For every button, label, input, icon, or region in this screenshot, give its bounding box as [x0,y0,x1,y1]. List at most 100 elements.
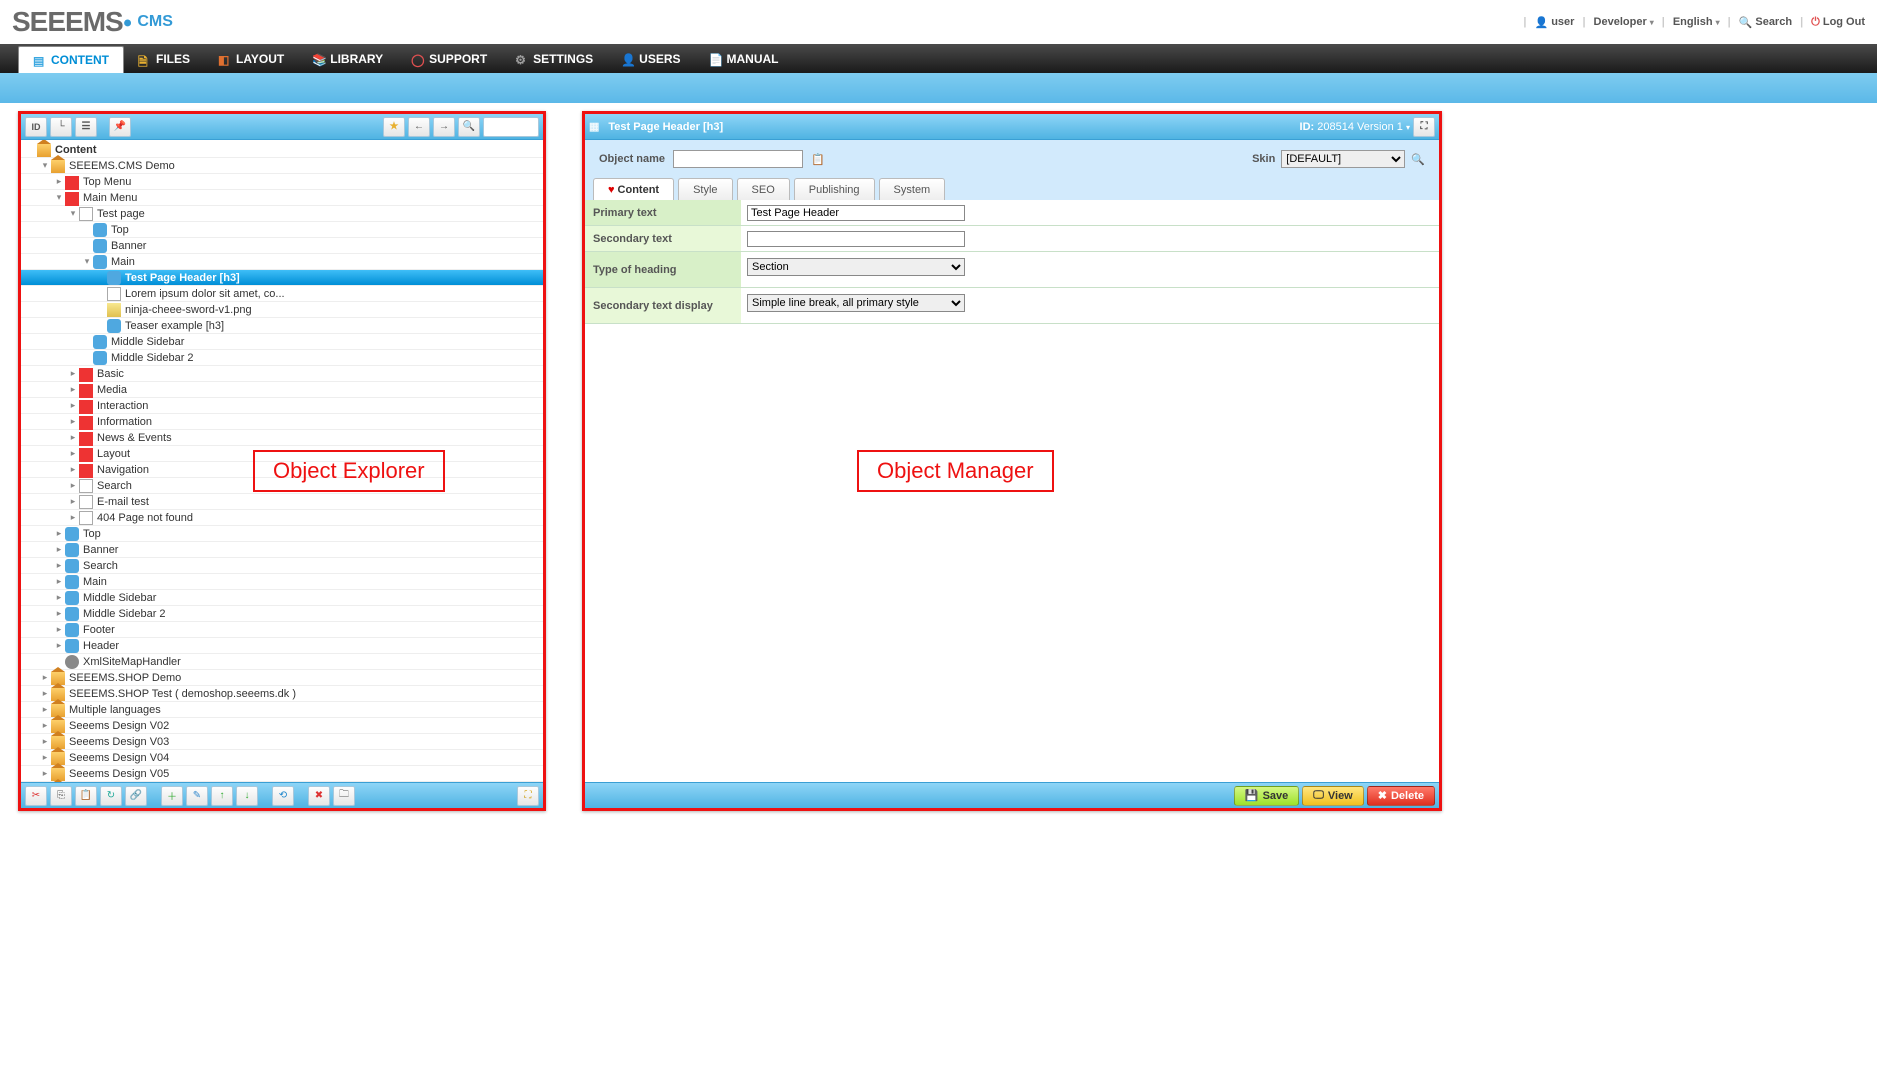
toggle-icon[interactable]: ▸ [39,720,51,731]
toggle-icon[interactable]: ▸ [67,496,79,507]
tab-seo[interactable]: SEO [737,178,790,200]
tree-node[interactable]: Test Page Header [h3] [21,270,543,286]
tree-node[interactable]: ▸SEEEMS.SHOP Demo [21,670,543,686]
toggle-icon[interactable]: ▸ [67,416,79,427]
nav-tab-users[interactable]: 👤USERS [607,44,694,73]
save-button[interactable]: 💾 Save [1234,786,1299,806]
tree-node[interactable]: ▸Main [21,574,543,590]
toggle-icon[interactable]: ▸ [39,752,51,763]
secondary-display-select[interactable]: Simple line break, all primary style [747,294,965,312]
nav-tab-library[interactable]: 📚LIBRARY [298,44,397,73]
delete-tree-button[interactable]: ✖ [308,786,330,806]
pin-button[interactable]: 📌 [109,117,131,137]
tree-node[interactable]: ▾Main [21,254,543,270]
toggle-icon[interactable]: ▸ [67,464,79,475]
toggle-icon[interactable]: ▸ [39,688,51,699]
tree-node[interactable]: ▸Interaction [21,398,543,414]
toggle-icon[interactable]: ▸ [67,384,79,395]
edit-button[interactable]: ✎ [186,786,208,806]
tree-node[interactable]: ▸Footer [21,622,543,638]
tree-node[interactable]: ▸Header [21,638,543,654]
user-button[interactable]: 👤 user [1535,16,1575,29]
skin-preview-icon[interactable]: 🔍 [1411,153,1425,166]
heading-type-select[interactable]: Section [747,258,965,276]
toggle-icon[interactable]: ▾ [67,208,79,219]
toggle-icon[interactable]: ▸ [67,512,79,523]
tree-node[interactable]: Lorem ipsum dolor sit amet, co... [21,286,543,302]
delete-button[interactable]: ✖ Delete [1367,786,1435,806]
tree-node[interactable]: ▸Top Menu [21,174,543,190]
toggle-icon[interactable]: ▸ [39,672,51,683]
toggle-icon[interactable]: ▸ [53,640,65,651]
tree-node[interactable]: ▸Seeems Design V03 [21,734,543,750]
nav-tab-layout[interactable]: ◧LAYOUT [204,44,298,73]
search-tree-input[interactable] [483,117,539,137]
tab-content[interactable]: ♥Content [593,178,674,200]
tab-style[interactable]: Style [678,178,732,200]
move-up-button[interactable]: ↑ [211,786,233,806]
nav-back-button[interactable]: ← [408,117,430,137]
tree-node[interactable]: ▸Seeems Design V05 [21,766,543,782]
toggle-icon[interactable]: ▸ [53,576,65,587]
search-tree-button[interactable]: 🔍 [458,117,480,137]
secondary-text-input[interactable] [747,231,965,247]
toggle-icon[interactable]: ▸ [53,544,65,555]
toggle-icon[interactable]: ▸ [53,592,65,603]
tree-node[interactable]: ▸Media [21,382,543,398]
tree-node[interactable]: ▾Main Menu [21,190,543,206]
tree-node[interactable]: ▾SEEEMS.CMS Demo [21,158,543,174]
toggle-icon[interactable]: ▸ [39,704,51,715]
cut-button[interactable]: ✂ [25,786,47,806]
toggle-icon[interactable]: ▸ [53,608,65,619]
tree-node[interactable]: ▸Basic [21,366,543,382]
tree-node[interactable]: Content [21,142,543,158]
toggle-icon[interactable]: ▾ [39,160,51,171]
tree-node[interactable]: XmlSiteMapHandler [21,654,543,670]
language-dropdown[interactable]: English ▾ [1673,16,1720,28]
toggle-icon[interactable]: ▾ [53,192,65,203]
toggle-icon[interactable]: ▸ [53,560,65,571]
tree-node[interactable]: ▸Seeems Design V02 [21,718,543,734]
tree-node[interactable]: Teaser example [h3] [21,318,543,334]
refresh-button[interactable]: ↻ [100,786,122,806]
nav-tab-manual[interactable]: 📄MANUAL [695,44,793,73]
tree-node[interactable]: ▸Information [21,414,543,430]
link-button[interactable]: 🔗 [125,786,147,806]
toggle-icon[interactable]: ▸ [67,400,79,411]
toggle-icon[interactable]: ▸ [53,528,65,539]
search-button[interactable]: 🔍 Search [1739,16,1792,29]
object-name-input[interactable] [673,150,803,168]
nav-tab-settings[interactable]: ⚙SETTINGS [501,44,607,73]
toggle-icon[interactable]: ▸ [67,368,79,379]
tree-node[interactable]: ▸Seeems Design V04 [21,750,543,766]
id-toggle-button[interactable]: ID [25,117,47,137]
chevron-down-icon[interactable]: ▾ [1406,123,1410,132]
nav-tab-content[interactable]: ▤CONTENT [18,46,124,73]
tree-node[interactable]: ▸Middle Sidebar [21,590,543,606]
move-down-button[interactable]: ↓ [236,786,258,806]
tree-node[interactable]: ▸Banner [21,542,543,558]
toggle-icon[interactable]: ▸ [67,448,79,459]
toggle-icon[interactable]: ▸ [67,432,79,443]
tab-system[interactable]: System [879,178,946,200]
tree-node[interactable]: ▸Top [21,526,543,542]
tree-mode-1-button[interactable]: └ [50,117,72,137]
nav-tab-files[interactable]: 🗎FILES [124,44,204,73]
nav-tab-support[interactable]: ◯SUPPORT [397,44,501,73]
tree-node[interactable]: ▸404 Page not found [21,510,543,526]
copy-button[interactable]: ⎘ [50,786,72,806]
tree-node[interactable]: Banner [21,238,543,254]
primary-text-input[interactable] [747,205,965,221]
tree-node[interactable]: ▸News & Events [21,430,543,446]
add-button[interactable]: ＋ [161,786,183,806]
toggle-icon[interactable]: ▸ [39,768,51,779]
toggle-icon[interactable]: ▸ [53,624,65,635]
expand-button[interactable]: ⛶ [517,786,539,806]
tree-node[interactable]: ▸E-mail test [21,494,543,510]
favorite-button[interactable]: ★ [383,117,405,137]
maximize-button[interactable]: ⛶ [1413,117,1435,137]
tree-mode-2-button[interactable]: ☰ [75,117,97,137]
tree-node[interactable]: ▸Multiple languages [21,702,543,718]
tree-node[interactable]: ▸SEEEMS.SHOP Test ( demoshop.seeems.dk ) [21,686,543,702]
nav-forward-button[interactable]: → [433,117,455,137]
